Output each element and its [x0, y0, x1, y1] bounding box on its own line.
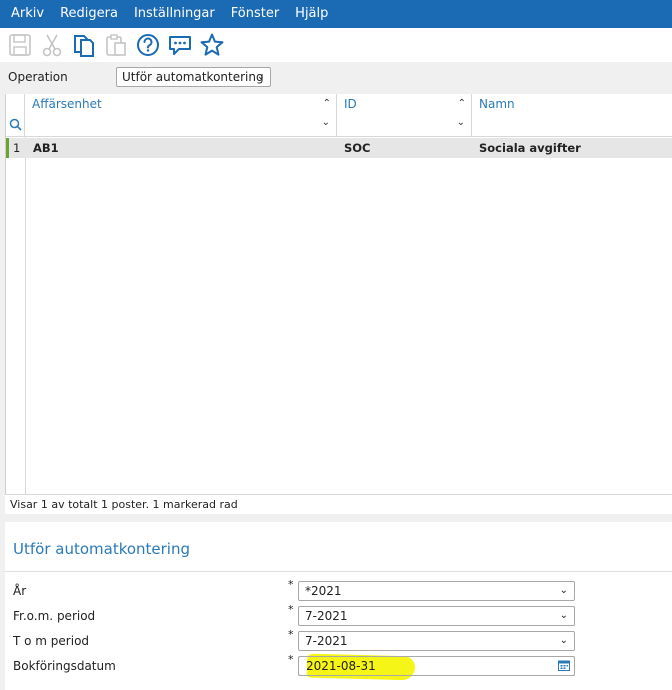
toolbar: [0, 28, 672, 62]
paste-icon[interactable]: [103, 32, 129, 58]
menu-hjalp[interactable]: Hjälp: [287, 0, 336, 28]
field-label-from-period: Fr.o.m. period: [13, 609, 96, 623]
sort-up-icon[interactable]: ⌃: [323, 94, 331, 114]
records-grid: Affärsenhet ⌃ ID ⌃ Namn ⌄ ⌄ 1 AB1 SOC So…: [5, 94, 672, 514]
filter-row: ⌄ ⌄: [6, 114, 672, 137]
menu-installningar[interactable]: Inställningar: [126, 0, 223, 28]
status-text: Visar 1 av totalt 1 poster. 1 markerad r…: [10, 498, 238, 511]
grid-status-bar: Visar 1 av totalt 1 poster. 1 markerad r…: [5, 494, 672, 514]
cell-namn[interactable]: Sociala avgifter: [479, 138, 581, 158]
field-label-ar: År: [13, 584, 27, 598]
cut-icon[interactable]: [39, 32, 65, 58]
operation-value: Utför automatkontering: [122, 70, 264, 84]
ar-select[interactable]: *2021 ⌄: [298, 581, 575, 601]
operation-row: Operation Utför automatkontering ⌄: [0, 62, 672, 94]
column-label: Namn: [479, 97, 515, 111]
field-label-tom-period: T o m period: [13, 634, 90, 648]
row-number: 1: [13, 141, 21, 155]
menu-fonster[interactable]: Fönster: [223, 0, 287, 28]
chevron-down-icon: ⌄: [321, 117, 330, 128]
form-title: Utför automatkontering: [13, 540, 191, 558]
bokforingsdatum-value: 2021-08-31: [306, 659, 376, 673]
column-header-affarsenhet[interactable]: Affärsenhet ⌃: [25, 94, 337, 114]
chevron-down-icon: ⌄: [559, 585, 568, 596]
menu-bar: Arkiv Redigera Inställningar Fönster Hjä…: [0, 0, 672, 28]
required-mark: *: [288, 578, 294, 591]
copy-icon[interactable]: [71, 32, 97, 58]
chevron-down-icon: ⌄: [559, 610, 568, 621]
chevron-down-icon: ⌄: [256, 71, 265, 82]
operation-label: Operation: [8, 70, 68, 84]
column-header-namn[interactable]: Namn: [472, 94, 672, 114]
chevron-down-icon: ⌄: [456, 117, 465, 128]
cell-affarsenhet[interactable]: AB1: [33, 138, 59, 158]
grid-header: Affärsenhet ⌃ ID ⌃ Namn: [6, 94, 672, 115]
chat-icon[interactable]: [167, 32, 193, 58]
required-mark: *: [288, 603, 294, 616]
required-mark: *: [288, 628, 294, 641]
field-label-bokforingsdatum: Bokföringsdatum: [13, 659, 116, 673]
selected-row-marker: [6, 138, 9, 158]
required-mark: *: [288, 653, 294, 666]
from-period-select[interactable]: 7-2021 ⌄: [298, 606, 575, 626]
column-label: ID: [344, 97, 357, 111]
sort-up-icon[interactable]: ⌃: [458, 94, 466, 114]
ar-value: *2021: [305, 584, 342, 598]
column-header-id[interactable]: ID ⌃: [337, 94, 472, 114]
save-icon[interactable]: [7, 32, 33, 58]
column-label: Affärsenhet: [32, 97, 102, 111]
filter-id[interactable]: ⌄: [337, 114, 472, 136]
filter-namn[interactable]: [472, 114, 672, 136]
chevron-down-icon: ⌄: [559, 635, 568, 646]
tom-period-value: 7-2021: [305, 634, 348, 648]
bokforingsdatum-field[interactable]: 2021-08-31: [298, 656, 575, 676]
tom-period-select[interactable]: 7-2021 ⌄: [298, 631, 575, 651]
divider: [5, 571, 672, 572]
automatkontering-form: Utför automatkontering År * *2021 ⌄ Fr.o…: [5, 522, 672, 690]
calendar-icon[interactable]: [558, 660, 570, 671]
cell-id[interactable]: SOC: [344, 138, 371, 158]
operation-select[interactable]: Utför automatkontering ⌄: [116, 67, 271, 87]
menu-redigera[interactable]: Redigera: [52, 0, 126, 28]
favorite-star-icon[interactable]: [199, 32, 225, 58]
filter-search[interactable]: [6, 114, 25, 136]
menu-arkiv[interactable]: Arkiv: [0, 0, 52, 28]
from-period-value: 7-2021: [305, 609, 348, 623]
filter-affarsenhet[interactable]: ⌄: [25, 114, 337, 136]
search-icon: [9, 118, 22, 131]
table-row[interactable]: 1 AB1 SOC Sociala avgifter: [6, 138, 672, 158]
select-all-cell[interactable]: [6, 94, 25, 114]
help-icon[interactable]: [135, 32, 161, 58]
